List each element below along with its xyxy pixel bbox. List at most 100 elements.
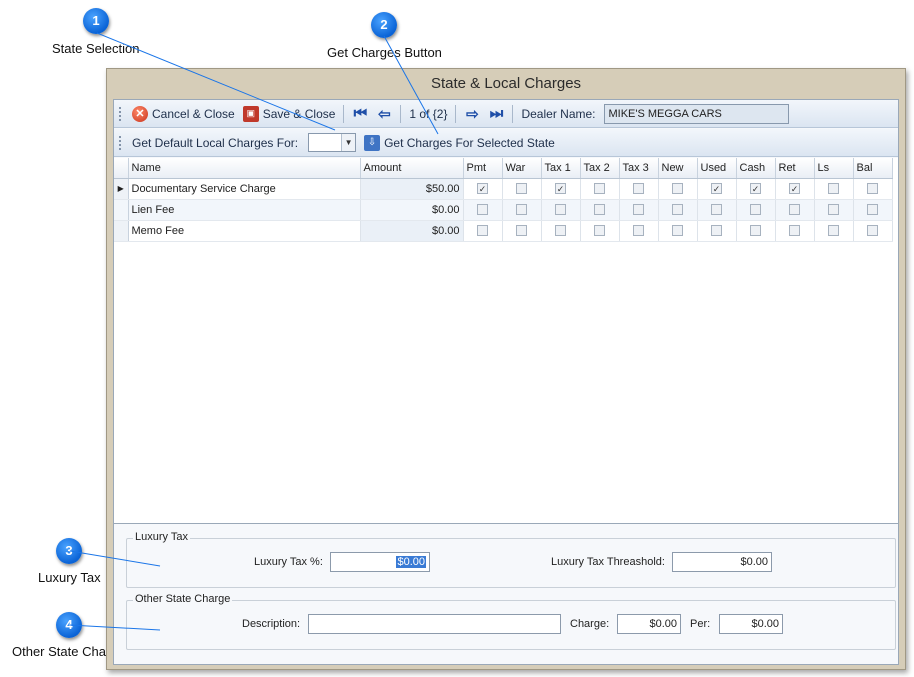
- unchecked-checkbox[interactable]: [477, 225, 488, 237]
- last-record-button[interactable]: ⏭: [484, 105, 508, 122]
- charge-name-cell[interactable]: Lien Fee: [128, 199, 361, 221]
- next-record-icon: ⇨: [466, 105, 479, 123]
- checked-checkbox[interactable]: ✓: [555, 183, 566, 195]
- per-field[interactable]: $0.00: [719, 614, 783, 634]
- column-header[interactable]: Tax 2: [580, 158, 620, 179]
- unchecked-checkbox[interactable]: [828, 183, 839, 195]
- column-header[interactable]: Pmt: [463, 158, 503, 179]
- unchecked-checkbox[interactable]: [555, 204, 566, 216]
- luxury-tax-percent-value: $0.00: [396, 556, 426, 568]
- flag-cell: ✓: [736, 178, 776, 200]
- per-label: Per:: [690, 618, 711, 630]
- cancel-close-label: Cancel & Close: [152, 106, 235, 121]
- get-charges-button[interactable]: ⇩ Get Charges For Selected State: [360, 134, 559, 151]
- main-toolbar: ✕ Cancel & Close ▣ Save & Close ⏮ ⇦ 1 of…: [114, 100, 898, 128]
- other-state-charge-title: Other State Charge: [133, 593, 233, 605]
- unchecked-checkbox[interactable]: [867, 204, 878, 216]
- flag-cell: [814, 199, 854, 221]
- column-header[interactable]: Ret: [775, 158, 815, 179]
- next-record-button[interactable]: ⇨: [460, 105, 484, 123]
- table-header-row: Name Amount Pmt War Tax 1 Tax 2 Tax 3 Ne…: [114, 158, 893, 179]
- unchecked-checkbox[interactable]: [789, 204, 800, 216]
- table-row[interactable]: Memo Fee $0.00: [114, 220, 893, 242]
- flag-cell: [658, 178, 698, 200]
- cancel-close-button[interactable]: ✕ Cancel & Close: [128, 105, 239, 122]
- toolbar-grip[interactable]: [118, 134, 122, 151]
- column-header[interactable]: Tax 3: [619, 158, 659, 179]
- unchecked-checkbox[interactable]: [594, 183, 605, 195]
- unchecked-checkbox[interactable]: [672, 225, 683, 237]
- unchecked-checkbox[interactable]: [789, 225, 800, 237]
- callout-1-label: State Selection: [52, 41, 140, 56]
- column-header[interactable]: Bal: [853, 158, 893, 179]
- unchecked-checkbox[interactable]: [867, 225, 878, 237]
- charge-amount-cell[interactable]: $50.00: [360, 178, 464, 200]
- charge-field[interactable]: $0.00: [617, 614, 681, 634]
- first-record-icon: ⏮: [353, 105, 368, 122]
- unchecked-checkbox[interactable]: [633, 204, 644, 216]
- flag-cell: [658, 220, 698, 242]
- checked-checkbox[interactable]: ✓: [711, 183, 722, 195]
- state-select[interactable]: ▼: [308, 133, 357, 152]
- dealer-name-field[interactable]: MIKE'S MEGGA CARS: [603, 103, 789, 124]
- column-header[interactable]: Cash: [736, 158, 776, 179]
- luxury-tax-threshold-field[interactable]: $0.00: [672, 552, 772, 572]
- unchecked-checkbox[interactable]: [867, 183, 878, 195]
- unchecked-checkbox[interactable]: [711, 225, 722, 237]
- toolbar-grip[interactable]: [118, 105, 122, 122]
- row-indicator[interactable]: [114, 220, 129, 242]
- column-header[interactable]: Used: [697, 158, 737, 179]
- checked-checkbox[interactable]: ✓: [789, 183, 800, 195]
- column-header[interactable]: Amount: [360, 158, 464, 179]
- prev-record-button[interactable]: ⇦: [372, 105, 396, 123]
- unchecked-checkbox[interactable]: [594, 225, 605, 237]
- unchecked-checkbox[interactable]: [516, 183, 527, 195]
- unchecked-checkbox[interactable]: [516, 204, 527, 216]
- unchecked-checkbox[interactable]: [750, 225, 761, 237]
- column-header[interactable]: War: [502, 158, 542, 179]
- unchecked-checkbox[interactable]: [594, 204, 605, 216]
- unchecked-checkbox[interactable]: [477, 204, 488, 216]
- flag-cell: [502, 199, 542, 221]
- prev-record-icon: ⇦: [378, 105, 391, 123]
- row-indicator[interactable]: ▶: [114, 178, 129, 200]
- table-row[interactable]: ▶ Documentary Service Charge $50.00 ✓ ✓ ✓ ✓ ✓: [114, 178, 893, 200]
- toolbar-separator: [343, 104, 345, 123]
- charge-amount-cell[interactable]: $0.00: [360, 220, 464, 242]
- flag-cell: [580, 220, 620, 242]
- luxury-tax-title: Luxury Tax: [133, 531, 190, 543]
- flag-cell: [697, 220, 737, 242]
- checked-checkbox[interactable]: ✓: [477, 183, 488, 195]
- save-close-label: Save & Close: [262, 106, 336, 121]
- charge-name-cell[interactable]: Documentary Service Charge: [128, 178, 361, 200]
- unchecked-checkbox[interactable]: [633, 183, 644, 195]
- flag-cell: ✓: [541, 178, 581, 200]
- unchecked-checkbox[interactable]: [516, 225, 527, 237]
- unchecked-checkbox[interactable]: [555, 225, 566, 237]
- unchecked-checkbox[interactable]: [633, 225, 644, 237]
- first-record-button[interactable]: ⏮: [348, 105, 372, 122]
- flag-cell: [814, 220, 854, 242]
- unchecked-checkbox[interactable]: [672, 183, 683, 195]
- unchecked-checkbox[interactable]: [750, 204, 761, 216]
- unchecked-checkbox[interactable]: [672, 204, 683, 216]
- flag-cell: ✓: [697, 178, 737, 200]
- charge-name-cell[interactable]: Memo Fee: [128, 220, 361, 242]
- checked-checkbox[interactable]: ✓: [750, 183, 761, 195]
- column-header[interactable]: New: [658, 158, 698, 179]
- luxury-tax-percent-field[interactable]: $0.00: [330, 552, 430, 572]
- row-indicator[interactable]: [114, 199, 129, 221]
- description-field[interactable]: [308, 614, 561, 634]
- flag-cell: [814, 178, 854, 200]
- table-row[interactable]: Lien Fee $0.00: [114, 199, 893, 221]
- chevron-down-icon[interactable]: ▼: [341, 134, 356, 151]
- save-close-button[interactable]: ▣ Save & Close: [239, 105, 340, 122]
- unchecked-checkbox[interactable]: [711, 204, 722, 216]
- unchecked-checkbox[interactable]: [828, 204, 839, 216]
- unchecked-checkbox[interactable]: [828, 225, 839, 237]
- dealer-name-label: Dealer Name:: [521, 106, 596, 121]
- column-header[interactable]: Name: [128, 158, 361, 179]
- column-header[interactable]: Tax 1: [541, 158, 581, 179]
- column-header[interactable]: Ls: [814, 158, 854, 179]
- charge-amount-cell[interactable]: $0.00: [360, 199, 464, 221]
